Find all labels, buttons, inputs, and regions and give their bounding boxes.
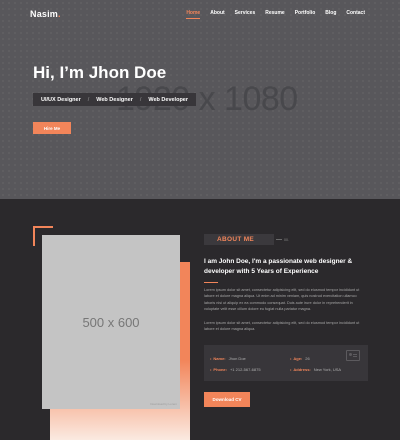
hire-me-button[interactable]: Hire Me: [33, 122, 71, 134]
headline-underline: [204, 282, 218, 283]
tag-separator: /: [139, 96, 142, 103]
info-value: 26: [305, 356, 310, 361]
tag-separator: /: [87, 96, 90, 103]
logo-text: Nasim: [30, 9, 59, 19]
about-headline: I am John Doe, I'm a passionate web desi…: [204, 258, 353, 276]
image-credit: Download by Lorem: [150, 402, 177, 406]
role-tag: UI/UX Designer: [41, 96, 81, 103]
heading-divider: [276, 239, 282, 240]
info-name: • Name: Jhon Doe: [210, 356, 246, 361]
info-address: • Address: New York, USA: [290, 367, 341, 372]
photo-placeholder-text: 500 x 600: [82, 314, 140, 330]
about-paragraph: Lorem ipsum dolor sit amet, consectetur …: [204, 321, 360, 332]
info-value: +1 212-567-6875: [229, 367, 261, 372]
nav-resume[interactable]: Resume: [265, 10, 284, 19]
main-nav: Home About Services Resume Portfolio Blo…: [186, 10, 365, 19]
id-card-icon: [346, 350, 360, 361]
info-label: Name:: [213, 356, 226, 361]
nav-about[interactable]: About: [210, 10, 224, 19]
nav-services[interactable]: Services: [235, 10, 256, 19]
info-label: Phone:: [213, 367, 227, 372]
bullet-icon: •: [210, 367, 212, 372]
info-label: Age:: [293, 356, 303, 361]
profile-photo-placeholder: 500 x 600 Download by Lorem: [42, 235, 180, 409]
bullet-icon: •: [210, 356, 212, 361]
personal-info-box: • Name: Jhon Doe • Age: 26 • Phone: +1 2…: [204, 345, 368, 381]
about-paragraph: Lorem ipsum dolor sit amet, consectetur …: [204, 288, 360, 311]
heading-number: 00.: [284, 237, 289, 242]
about-heading: ABOUT ME: [204, 234, 274, 245]
about-heading-group: ABOUT ME 00.: [204, 234, 289, 245]
nav-contact[interactable]: Contact: [346, 10, 365, 19]
role-tag: Web Developer: [148, 96, 189, 103]
hero-title: Hi, I’m Jhon Doe: [33, 63, 167, 82]
nav-home[interactable]: Home: [186, 10, 201, 19]
download-cv-button[interactable]: Download CV: [204, 392, 250, 407]
logo-dot: .: [58, 9, 61, 19]
hero-section: Nasim. Home About Services Resume Portfo…: [0, 0, 400, 199]
role-tag: Web Designer: [96, 96, 133, 103]
info-label: Address:: [293, 367, 311, 372]
role-tags: UI/UX Designer / Web Designer / Web Deve…: [33, 93, 197, 106]
info-phone: • Phone: +1 212-567-6875: [210, 367, 261, 372]
logo[interactable]: Nasim.: [30, 9, 61, 19]
bullet-icon: •: [290, 356, 292, 361]
nav-blog[interactable]: Blog: [325, 10, 336, 19]
nav-portfolio[interactable]: Portfolio: [295, 10, 316, 19]
info-value: New York, USA: [313, 367, 342, 372]
info-age: • Age: 26: [290, 356, 310, 361]
info-value: Jhon Doe: [228, 356, 246, 361]
bullet-icon: •: [290, 367, 292, 372]
